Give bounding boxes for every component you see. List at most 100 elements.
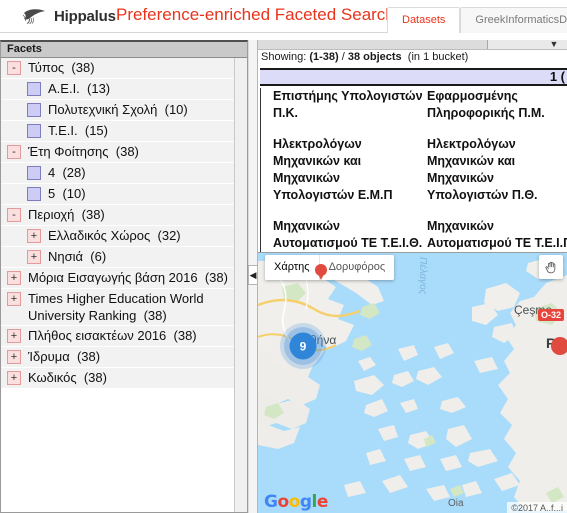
- facet-label-text: Ελλαδικός Χώρος: [48, 228, 151, 243]
- highway-shield-label: O-32: [538, 309, 565, 321]
- facet-count: (38): [74, 207, 105, 222]
- pan-hand-button[interactable]: [539, 255, 563, 279]
- facet-expand-button[interactable]: +: [7, 329, 21, 343]
- facet-row[interactable]: Πολυτεχνική Σχολή (10): [1, 100, 247, 121]
- facet-label: Πολυτεχνική Σχολή (10): [48, 101, 192, 118]
- object-item[interactable]: Μηχανικών Αυτοματισμού ΤΕ Τ.Ε.Ι.Θ.: [273, 218, 423, 252]
- facet-collapse-button[interactable]: -: [7, 61, 21, 75]
- google-letter-o1: o: [277, 492, 289, 512]
- object-item[interactable]: Επιστήμης Υπολογιστών Π.Κ.: [273, 88, 423, 122]
- facet-label: Times Higher Education World University …: [28, 290, 247, 324]
- page-title: Preference-enriched Faceted Search: [116, 5, 395, 24]
- facet-count: (38): [76, 370, 107, 385]
- object-item[interactable]: Ηλεκτρολόγων Μηχανικών και Μηχανικών Υπο…: [273, 136, 423, 204]
- facet-row[interactable]: - Τύπος (38): [1, 58, 247, 79]
- facet-row[interactable]: + Πλήθος εισακτέων 2016 (38): [1, 326, 247, 347]
- facet-label: Ίδρυμα (38): [28, 348, 104, 365]
- facet-label: Τ.Ε.Ι. (15): [48, 122, 112, 139]
- tab-greekinformaticsdepart[interactable]: GreekInformaticsDepart: [460, 7, 567, 33]
- facet-label: Α.Ε.Ι. (13): [48, 80, 114, 97]
- facet-label-text: Περιοχή: [28, 207, 75, 222]
- scrollbar-thumb[interactable]: [258, 40, 488, 49]
- facet-count: (38): [166, 328, 197, 343]
- object-item[interactable]: Μηχανικών Αυτοματισμού ΤΕ Τ.Ε.Ι.Π.: [427, 218, 567, 252]
- facet-count: (28): [55, 165, 86, 180]
- results-horizontal-scrollbar[interactable]: ▼: [258, 40, 567, 50]
- facet-expand-button[interactable]: +: [7, 292, 21, 306]
- facet-label-text: Πολυτεχνική Σχολή: [48, 102, 158, 117]
- facet-label: 5 (10): [48, 185, 90, 202]
- top-bar: Hippalus Preference-enriched Faceted Sea…: [0, 0, 567, 33]
- brand-name: Hippalus: [54, 7, 116, 25]
- facet-count: (38): [136, 308, 167, 323]
- map-panel[interactable]: Χάρτης Δορυφόρος Πέλαγος Αθήνα Çeşme Ran…: [258, 252, 567, 513]
- facet-checkbox[interactable]: [27, 82, 41, 96]
- facet-label-text: Κωδικός: [28, 370, 77, 385]
- map-cluster-marker[interactable]: 9: [280, 323, 326, 369]
- objects-grid: Επιστήμης Υπολογιστών Π.Κ. Ηλεκτρολόγων Μ…: [260, 88, 567, 253]
- facet-row[interactable]: + Κωδικός (38): [1, 368, 247, 389]
- map-splitter-grip[interactable]: ◀: [248, 265, 258, 285]
- google-letter-g2: g: [299, 492, 312, 512]
- google-logo: Google: [264, 492, 328, 512]
- facet-checkbox[interactable]: [27, 166, 41, 180]
- bucket-header-row[interactable]: 1 (: [260, 68, 567, 86]
- facet-label-text: Πλήθος εισακτέων 2016: [28, 328, 167, 343]
- brand[interactable]: Hippalus: [22, 6, 116, 26]
- facets-scrollbar[interactable]: [234, 58, 247, 512]
- facet-label: Μόρια Εισαγωγής βάση 2016 (38): [28, 269, 232, 286]
- facet-row[interactable]: Α.Ε.Ι. (13): [1, 79, 247, 100]
- showing-separator: /: [341, 51, 345, 63]
- facet-row[interactable]: 5 (10): [1, 184, 247, 205]
- facet-label-text: Τ.Ε.Ι.: [48, 123, 78, 138]
- facet-label: Νησιά (6): [48, 248, 110, 265]
- facet-label: Τύπος (38): [28, 59, 99, 76]
- facet-label-text: Έτη Φοίτησης: [28, 144, 109, 159]
- facet-collapse-button[interactable]: -: [7, 208, 21, 222]
- facet-collapse-button[interactable]: -: [7, 145, 21, 159]
- facet-checkbox[interactable]: [27, 187, 41, 201]
- showing-status: Showing: (1-38) / 38 objects (in 1 bucke…: [261, 51, 468, 63]
- facet-expand-button[interactable]: +: [27, 229, 41, 243]
- facet-checkbox[interactable]: [27, 103, 41, 117]
- map-type-roadmap-button[interactable]: Χάρτης: [265, 255, 320, 280]
- facet-label-text: Times Higher Education World University …: [28, 291, 204, 323]
- facet-expand-button[interactable]: +: [27, 250, 41, 264]
- facet-row[interactable]: - Έτη Φοίτησης (38): [1, 142, 247, 163]
- facet-count: (6): [83, 249, 107, 264]
- map-label-oia: Oia: [448, 498, 464, 509]
- facet-label-text: Α.Ε.Ι.: [48, 81, 80, 96]
- facet-row[interactable]: - Περιοχή (38): [1, 205, 247, 226]
- facet-expand-button[interactable]: +: [7, 350, 21, 364]
- facet-count: (10): [157, 102, 188, 117]
- google-letter-g1: G: [264, 492, 278, 512]
- object-item[interactable]: Ηλεκτρολόγων Μηχανικών και Μηχανικών Υπο…: [427, 136, 567, 204]
- google-letter-o2: o: [288, 492, 301, 512]
- facet-count: (38): [108, 144, 139, 159]
- facet-row[interactable]: + Μόρια Εισαγωγής βάση 2016 (38): [1, 268, 247, 289]
- facet-label: Κωδικός (38): [28, 369, 111, 386]
- object-item[interactable]: Εφαρμοσμένης Πληροφορικής Π.Μ.: [427, 88, 567, 122]
- map-base-layer: [258, 253, 567, 513]
- facet-row[interactable]: + Νησιά (6): [1, 247, 247, 268]
- facet-row[interactable]: + Times Higher Education World University…: [1, 289, 247, 326]
- facet-row[interactable]: 4 (28): [1, 163, 247, 184]
- facet-label-text: Μόρια Εισαγωγής βάση 2016: [28, 270, 198, 285]
- map-type-control[interactable]: Χάρτης Δορυφόρος: [265, 255, 395, 280]
- facet-expand-button[interactable]: +: [7, 371, 21, 385]
- facets-list[interactable]: - Τύπος (38) Α.Ε.Ι. (13) Πολυτεχνική Σχολή …: [1, 58, 247, 512]
- facet-row[interactable]: + Ελλαδικός Χώρος (32): [1, 226, 247, 247]
- facet-label-text: Τύπος: [28, 60, 65, 75]
- chevron-down-icon[interactable]: ▼: [544, 40, 564, 50]
- facet-label: Έτη Φοίτησης (38): [28, 143, 143, 160]
- tab-datasets[interactable]: Datasets: [387, 7, 461, 33]
- map-type-satellite-button[interactable]: Δορυφόρος: [319, 255, 395, 280]
- facet-row[interactable]: Τ.Ε.Ι. (15): [1, 121, 247, 142]
- hand-pan-icon: [544, 261, 555, 273]
- bird-logo-icon: [22, 9, 45, 25]
- facet-row[interactable]: + Ίδρυμα (38): [1, 347, 247, 368]
- facet-count: (10): [55, 186, 86, 201]
- facet-count: (38): [197, 270, 228, 285]
- facet-checkbox[interactable]: [27, 124, 41, 138]
- facet-expand-button[interactable]: +: [7, 271, 21, 285]
